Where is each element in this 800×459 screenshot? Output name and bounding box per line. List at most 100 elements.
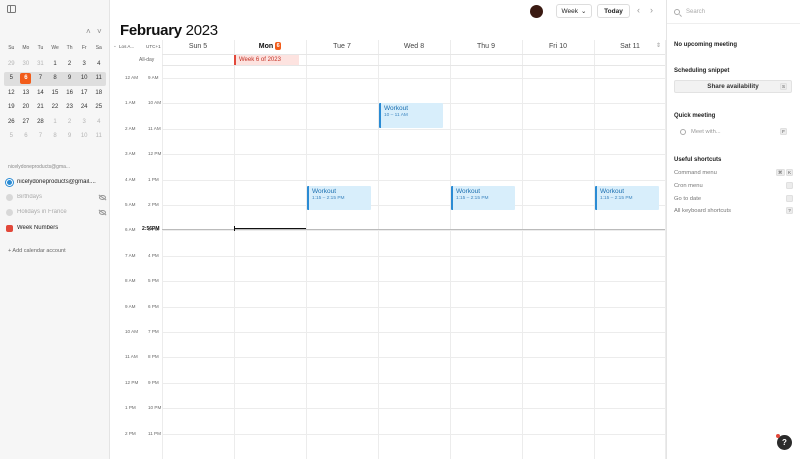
mini-calendar-day[interactable]: 18 <box>91 88 106 99</box>
mini-calendar-day[interactable]: 30 <box>19 59 34 70</box>
today-button[interactable]: Today <box>597 4 630 18</box>
mini-calendar-day[interactable]: 11 <box>91 73 106 84</box>
mini-calendar-day[interactable]: 14 <box>33 88 48 99</box>
mini-calendar-day[interactable]: 12 <box>4 88 19 99</box>
avatar[interactable] <box>530 5 543 18</box>
calendar-color-icon[interactable] <box>6 224 13 232</box>
mini-calendar-day[interactable]: 10 <box>77 73 92 84</box>
calendar-event[interactable]: Workout 10 – 11 AM <box>379 103 443 128</box>
mini-calendar-weekday: Fr <box>81 45 87 51</box>
mini-calendar-day[interactable]: 25 <box>91 102 106 113</box>
search-input[interactable]: Search <box>674 6 794 18</box>
time-grid[interactable]: 12 AM 9 AM 1 AM 10 AM 2 AM 11 AM 3 AM 12 PM 4 AM… <box>111 66 665 459</box>
mini-calendar-day[interactable]: 26 <box>4 117 19 128</box>
mini-calendar-day[interactable]: 5 <box>4 73 19 84</box>
mini-calendar-day[interactable]: 16 <box>62 88 77 99</box>
mini-calendar-day[interactable]: 6 <box>19 131 34 142</box>
day-name: Sat <box>620 42 631 50</box>
calendar-event[interactable]: Workout 1:15 – 2:15 PM <box>595 185 659 211</box>
mini-calendar-day[interactable]: 3 <box>77 59 92 70</box>
add-calendar-account-button[interactable]: + Add calendar account <box>8 248 66 254</box>
mini-calendar-day[interactable]: 17 <box>77 88 92 99</box>
next-week-icon[interactable]: › <box>650 6 653 15</box>
mini-calendar-day[interactable]: 22 <box>48 102 63 113</box>
calendar-item[interactable]: Week Numbers <box>6 223 106 233</box>
primary-timezone[interactable]: Los A... <box>119 44 134 49</box>
mini-calendar-day[interactable]: 31 <box>33 59 48 70</box>
mini-calendar-day[interactable]: 7 <box>33 131 48 142</box>
calendar-item[interactable]: Birthdays <box>6 192 106 202</box>
mini-calendar-day[interactable]: 1 <box>48 117 63 128</box>
day-header[interactable]: Tue 7 <box>306 40 378 52</box>
day-header[interactable]: Mon 6 <box>234 40 306 52</box>
day-name: Fri <box>549 42 558 50</box>
mini-calendar-day[interactable]: 29 <box>4 59 19 70</box>
calendar-item[interactable]: nicelydoneproducts@gmail.... <box>6 177 106 187</box>
calendar-color-icon[interactable] <box>6 208 13 216</box>
search-placeholder: Search <box>686 9 706 15</box>
shortcut-item[interactable]: All keyboard shortcuts <box>674 208 731 214</box>
page-title: February 2023 <box>120 22 218 39</box>
mini-calendar-day[interactable]: 15 <box>48 88 63 99</box>
scheduling-snippet-title: Scheduling snippet <box>674 68 730 74</box>
mini-calendar-day[interactable]: 4 <box>91 117 106 128</box>
shortcut-item[interactable]: Go to date <box>674 196 701 202</box>
calendar-event[interactable]: Workout 1:15 – 2:15 PM <box>307 185 371 211</box>
mini-calendar-weekday: Sa <box>95 45 102 51</box>
shortcut-item[interactable]: Cron menu <box>674 183 703 189</box>
mini-calendar-day[interactable]: 6 <box>20 73 32 85</box>
mini-calendar-day[interactable]: 8 <box>48 131 63 142</box>
eye-off-icon[interactable] <box>99 209 106 215</box>
hour-gridline <box>162 128 665 130</box>
calendar-item[interactable]: Holidays in France <box>6 207 106 217</box>
mini-calendar-week: 5 6 7 8 9 10 11 <box>4 130 106 145</box>
shortcut-item[interactable]: Command menu <box>674 170 717 176</box>
meet-with-input[interactable]: Meet with... <box>674 125 792 138</box>
day-header[interactable]: Wed 8 <box>378 40 450 52</box>
time-label-secondary: 8 PM <box>148 354 159 360</box>
secondary-timezone[interactable]: UTC+1 <box>146 44 161 49</box>
day-header[interactable]: Thu 9 <box>450 40 522 52</box>
day-header[interactable]: Sun 5 <box>162 40 234 52</box>
mini-calendar-day[interactable]: 7 <box>33 73 48 84</box>
mini-calendar-day[interactable]: 2 <box>62 117 77 128</box>
mini-calendar-day[interactable]: 21 <box>33 102 48 113</box>
mini-calendar-day[interactable]: 2 <box>62 59 77 70</box>
time-label-primary: 3 AM <box>125 151 136 157</box>
share-availability-button[interactable]: Share availability <box>674 80 792 93</box>
mini-calendar-day[interactable]: 20 <box>19 102 34 113</box>
hour-gridline <box>162 433 665 435</box>
mini-calendar-day[interactable]: 23 <box>62 102 77 113</box>
mini-calendar-day[interactable]: 4 <box>91 59 106 70</box>
mini-calendar-day[interactable]: 3 <box>77 117 92 128</box>
mini-calendar-day[interactable]: 9 <box>62 73 77 84</box>
mini-calendar-week: 26 27 28 1 2 3 4 <box>4 115 106 130</box>
sidebar-toggle-icon[interactable] <box>7 5 16 13</box>
calendar-color-icon[interactable] <box>6 193 13 201</box>
view-selector-button[interactable]: Week ⌄ <box>556 4 592 18</box>
mini-calendar-day[interactable]: 10 <box>77 131 92 142</box>
calendar-event[interactable]: Workout 1:15 – 2:15 PM <box>451 185 515 211</box>
mini-calendar-day[interactable]: 1 <box>48 59 63 70</box>
timezone-toggle-icon[interactable]: ⌄ <box>113 43 117 49</box>
time-label-secondary: 9 PM <box>148 379 159 385</box>
mini-calendar-day[interactable]: 13 <box>19 88 34 99</box>
mini-calendar-day[interactable]: 27 <box>19 117 34 128</box>
week-number-chip[interactable]: Week 6 of 2023 <box>234 55 299 65</box>
time-label-secondary: 6 PM <box>148 303 159 309</box>
mini-calendar-day[interactable]: 11 <box>91 131 106 142</box>
mini-calendar-day[interactable]: 19 <box>4 102 19 113</box>
expand-icon[interactable]: ⇕ <box>656 42 661 49</box>
calendar-color-icon[interactable] <box>6 178 13 186</box>
useful-shortcuts-title: Useful shortcuts <box>674 157 722 163</box>
mini-calendar-day[interactable]: 8 <box>48 73 63 84</box>
mini-calendar-day[interactable]: 24 <box>77 102 92 113</box>
mini-calendar-day[interactable]: 28 <box>33 117 48 128</box>
previous-week-icon[interactable]: ‹ <box>637 6 640 15</box>
eye-off-icon[interactable] <box>99 194 106 200</box>
mini-calendar-next-icon[interactable]: ˅ <box>97 28 102 36</box>
mini-calendar-day[interactable]: 5 <box>4 131 19 142</box>
mini-calendar-prev-icon[interactable]: ˄ <box>86 28 91 36</box>
day-header[interactable]: Fri 10 <box>522 40 594 52</box>
mini-calendar-day[interactable]: 9 <box>62 131 77 142</box>
